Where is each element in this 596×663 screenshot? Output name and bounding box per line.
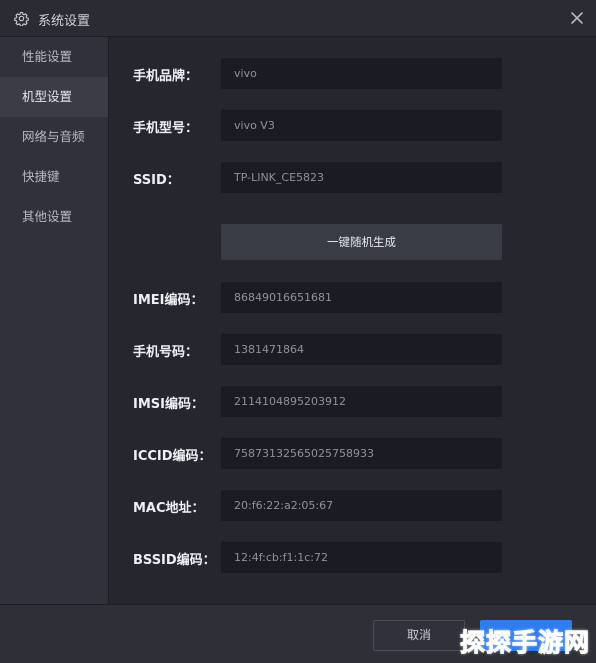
phone-number-label: 手机号码： [133, 345, 199, 360]
settings-form: 手机品牌： vivo 手机型号： vivo V3 SSID： TP-LINK_C… [109, 37, 596, 604]
dialog-footer: 取消 探探手游网 [0, 604, 596, 663]
mac-field[interactable]: 20:f6:22:a2:05:67 [221, 490, 502, 521]
iccid-field[interactable]: 75873132565025758933 [221, 438, 502, 469]
random-generate-button[interactable]: 一键随机生成 [221, 224, 502, 260]
sidebar-item-performance[interactable]: 性能设置 [0, 37, 108, 77]
imsi-field[interactable]: 2114104895203912 [221, 386, 502, 417]
cancel-button[interactable]: 取消 [373, 620, 465, 651]
sidebar-item-shortcuts[interactable]: 快捷键 [0, 157, 108, 197]
iccid-label: ICCID编码： [133, 449, 212, 464]
bssid-label: BSSID编码： [133, 553, 216, 568]
imei-field[interactable]: 86849016651681 [221, 282, 502, 313]
watermark-logo: 探探手游网 [459, 628, 590, 658]
phone-model-label: 手机型号： [133, 121, 199, 136]
imsi-label: IMSI编码： [133, 397, 204, 412]
imsi-row: IMSI编码： 2114104895203912 [109, 386, 596, 417]
ssid-row: SSID： TP-LINK_CE5823 [109, 162, 596, 193]
title-bar: 系统设置 [0, 0, 596, 37]
iccid-row: ICCID编码： 75873132565025758933 [109, 438, 596, 469]
close-icon[interactable] [568, 9, 586, 27]
phone-model-field[interactable]: vivo V3 [221, 110, 502, 141]
phone-brand-field[interactable]: vivo [221, 58, 502, 89]
bssid-field[interactable]: 12:4f:cb:f1:1c:72 [221, 542, 502, 573]
phone-model-row: 手机型号： vivo V3 [109, 110, 596, 141]
sidebar-item-other[interactable]: 其他设置 [0, 197, 108, 237]
phone-brand-label: 手机品牌： [133, 69, 199, 84]
phone-number-row: 手机号码： 1381471864 [109, 334, 596, 365]
ssid-field[interactable]: TP-LINK_CE5823 [221, 162, 502, 193]
mac-row: MAC地址： 20:f6:22:a2:05:67 [109, 490, 596, 521]
gear-icon [14, 12, 29, 26]
sidebar-item-network-audio[interactable]: 网络与音频 [0, 117, 108, 157]
bssid-row: BSSID编码： 12:4f:cb:f1:1c:72 [109, 542, 596, 573]
imei-row: IMEI编码： 86849016651681 [109, 282, 596, 313]
phone-number-field[interactable]: 1381471864 [221, 334, 502, 365]
ssid-label: SSID： [133, 173, 180, 188]
phone-brand-row: 手机品牌： vivo [109, 58, 596, 89]
imei-label: IMEI编码： [133, 293, 204, 308]
mac-label: MAC地址： [133, 501, 205, 516]
sidebar-item-device-model[interactable]: 机型设置 [0, 77, 108, 117]
sidebar: 性能设置 机型设置 网络与音频 快捷键 其他设置 [0, 37, 109, 604]
window-title: 系统设置 [38, 14, 91, 29]
